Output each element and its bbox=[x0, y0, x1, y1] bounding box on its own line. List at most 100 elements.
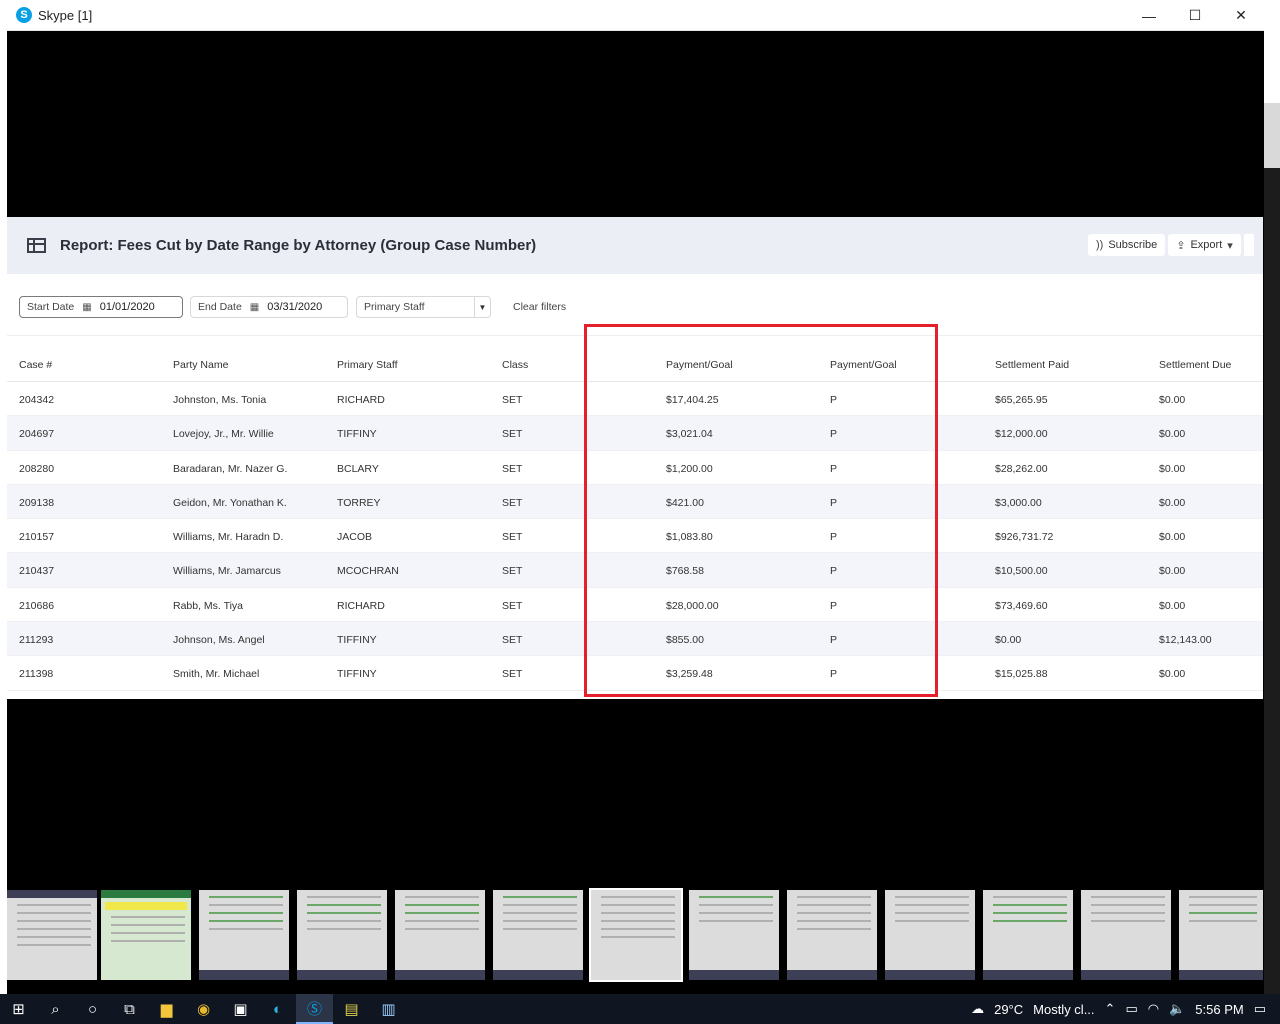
table-cell: TIFFINY bbox=[337, 428, 377, 441]
thumbnail-strip bbox=[7, 888, 1264, 984]
clear-filters-link[interactable]: Clear filters bbox=[513, 296, 566, 318]
calendar-icon: ▦ bbox=[249, 301, 260, 313]
highlight-box bbox=[584, 324, 938, 697]
column-header[interactable]: Party Name bbox=[173, 359, 228, 371]
table-cell: TIFFINY bbox=[337, 634, 377, 647]
table-cell: RICHARD bbox=[337, 394, 385, 406]
subscribe-label: Subscribe bbox=[1108, 239, 1158, 251]
meet-now-icon[interactable]: ▭ bbox=[1125, 1001, 1137, 1017]
notes-icon[interactable]: ▥ bbox=[370, 994, 407, 1024]
subscribe-button[interactable]: )) Subscribe bbox=[1088, 234, 1166, 256]
start-date-filter[interactable]: Start Date ▦ 01/01/2020 bbox=[19, 296, 183, 318]
chrome-icon[interactable]: ◉ bbox=[185, 994, 222, 1024]
thumbnail-selected[interactable] bbox=[589, 888, 683, 982]
table-cell: $65,265.95 bbox=[995, 394, 1048, 406]
table-cell: SET bbox=[502, 565, 523, 578]
table-cell: SET bbox=[502, 634, 523, 647]
table-cell: $0.00 bbox=[1159, 668, 1186, 681]
table-cell: SET bbox=[502, 599, 523, 612]
thumbnail[interactable] bbox=[885, 890, 975, 980]
thumbnail[interactable] bbox=[395, 890, 485, 980]
taskbar: ⊞ ⌕ ○ ⧉ ▆ ◉ ▣ ◐ Ⓢ ▤ ▥ ☁ 29°C Mostly cl..… bbox=[0, 994, 1280, 1024]
minimize-button[interactable]: — bbox=[1126, 0, 1172, 31]
thumbnail[interactable] bbox=[983, 890, 1073, 980]
desktop: S Skype [1] — ☐ ✕ Report: Fees Cut by Da… bbox=[0, 0, 1280, 1024]
column-header[interactable]: Primary Staff bbox=[337, 359, 398, 371]
weather-icon[interactable]: ☁ bbox=[971, 1001, 984, 1017]
close-button[interactable]: ✕ bbox=[1218, 0, 1264, 31]
title-bar: S Skype [1] — ☐ ✕ bbox=[7, 0, 1264, 31]
table-cell: Johnston, Ms. Tonia bbox=[173, 394, 267, 406]
column-header[interactable]: Case # bbox=[19, 359, 52, 371]
table-cell: SET bbox=[502, 394, 523, 406]
thumbnail[interactable] bbox=[7, 890, 97, 980]
rss-icon: )) bbox=[1096, 239, 1104, 251]
file-explorer-icon[interactable]: ▆ bbox=[148, 994, 185, 1024]
end-date-value: 03/31/2020 bbox=[267, 301, 323, 313]
thumbnail[interactable] bbox=[1179, 890, 1263, 980]
table-cell: 208280 bbox=[19, 462, 55, 475]
table-cell: $0.00 bbox=[1159, 599, 1186, 612]
column-header[interactable]: Settlement Due bbox=[1159, 359, 1231, 371]
network-icon[interactable]: ◠ bbox=[1148, 1001, 1159, 1017]
chevron-down-icon: ▼ bbox=[474, 297, 490, 317]
table-cell: 211293 bbox=[19, 634, 54, 647]
table-cell: JACOB bbox=[337, 531, 373, 544]
notification-icon[interactable]: ▭ bbox=[1254, 1001, 1266, 1017]
start-date-label: Start Date bbox=[27, 301, 75, 313]
thumbnail[interactable] bbox=[493, 890, 583, 980]
thumbnail[interactable] bbox=[101, 890, 191, 980]
table-cell: BCLARY bbox=[337, 462, 379, 475]
column-header[interactable]: Settlement Paid bbox=[995, 359, 1069, 371]
table-cell: $0.00 bbox=[1159, 496, 1186, 509]
export-button[interactable]: ⇪ Export ▾ bbox=[1168, 234, 1241, 256]
remote-desktop-icon[interactable]: ▣ bbox=[222, 994, 259, 1024]
table-icon bbox=[27, 238, 46, 253]
skype-taskbar-icon[interactable]: Ⓢ bbox=[296, 994, 333, 1024]
primary-staff-placeholder: Primary Staff bbox=[364, 301, 425, 313]
shared-screen: Report: Fees Cut by Date Range by Attorn… bbox=[7, 217, 1263, 699]
table-cell: RICHARD bbox=[337, 599, 385, 612]
search-icon[interactable]: ⌕ bbox=[37, 994, 74, 1024]
notepad-icon[interactable]: ▤ bbox=[333, 994, 370, 1024]
table-cell: $926,731.72 bbox=[995, 531, 1054, 544]
edge-icon[interactable]: ◐ bbox=[259, 994, 296, 1024]
table-cell: 204342 bbox=[19, 394, 55, 406]
maximize-button[interactable]: ☐ bbox=[1172, 0, 1218, 31]
table-cell: $0.00 bbox=[1159, 428, 1186, 441]
weather-text[interactable]: Mostly cl... bbox=[1033, 1002, 1094, 1017]
table-cell: 210157 bbox=[19, 531, 55, 544]
more-button[interactable] bbox=[1243, 234, 1254, 256]
table-cell: 209138 bbox=[19, 496, 55, 509]
start-date-value: 01/01/2020 bbox=[99, 301, 155, 313]
chevron-up-icon[interactable]: ⌃ bbox=[1105, 1001, 1116, 1017]
table-cell: SET bbox=[502, 462, 523, 475]
weather-temp[interactable]: 29°C bbox=[994, 1002, 1023, 1017]
export-label: Export bbox=[1190, 239, 1223, 251]
thumbnail[interactable] bbox=[689, 890, 779, 980]
chevron-down-icon: ▾ bbox=[1227, 239, 1233, 252]
table-cell: $12,000.00 bbox=[995, 428, 1048, 441]
table-cell: Johnson, Ms. Angel bbox=[173, 634, 265, 647]
thumbnail[interactable] bbox=[297, 890, 387, 980]
table-cell: SET bbox=[502, 428, 523, 441]
table-cell: TORREY bbox=[337, 496, 381, 509]
windows-start-icon[interactable]: ⊞ bbox=[0, 994, 37, 1024]
thumbnail[interactable] bbox=[1081, 890, 1171, 980]
table-cell: SET bbox=[502, 496, 523, 509]
primary-staff-select[interactable]: Primary Staff ▼ bbox=[356, 296, 491, 318]
cortana-icon[interactable]: ○ bbox=[74, 994, 111, 1024]
table-cell: $0.00 bbox=[1159, 462, 1186, 475]
volume-muted-icon[interactable]: 🔈 bbox=[1169, 1001, 1185, 1017]
table-cell: 204697 bbox=[19, 428, 55, 441]
end-date-filter[interactable]: End Date ▦ 03/31/2020 bbox=[190, 296, 348, 318]
clock[interactable]: 5:56 PM bbox=[1195, 1002, 1243, 1017]
table-cell: MCOCHRAN bbox=[337, 565, 399, 578]
thumbnail[interactable] bbox=[787, 890, 877, 980]
task-view-icon[interactable]: ⧉ bbox=[111, 994, 148, 1024]
column-header[interactable]: Class bbox=[502, 359, 528, 371]
table-cell: Lovejoy, Jr., Mr. Willie bbox=[173, 428, 274, 441]
thumbnail[interactable] bbox=[199, 890, 289, 980]
table-cell: $0.00 bbox=[995, 634, 1022, 647]
table-cell: $0.00 bbox=[1159, 531, 1186, 544]
